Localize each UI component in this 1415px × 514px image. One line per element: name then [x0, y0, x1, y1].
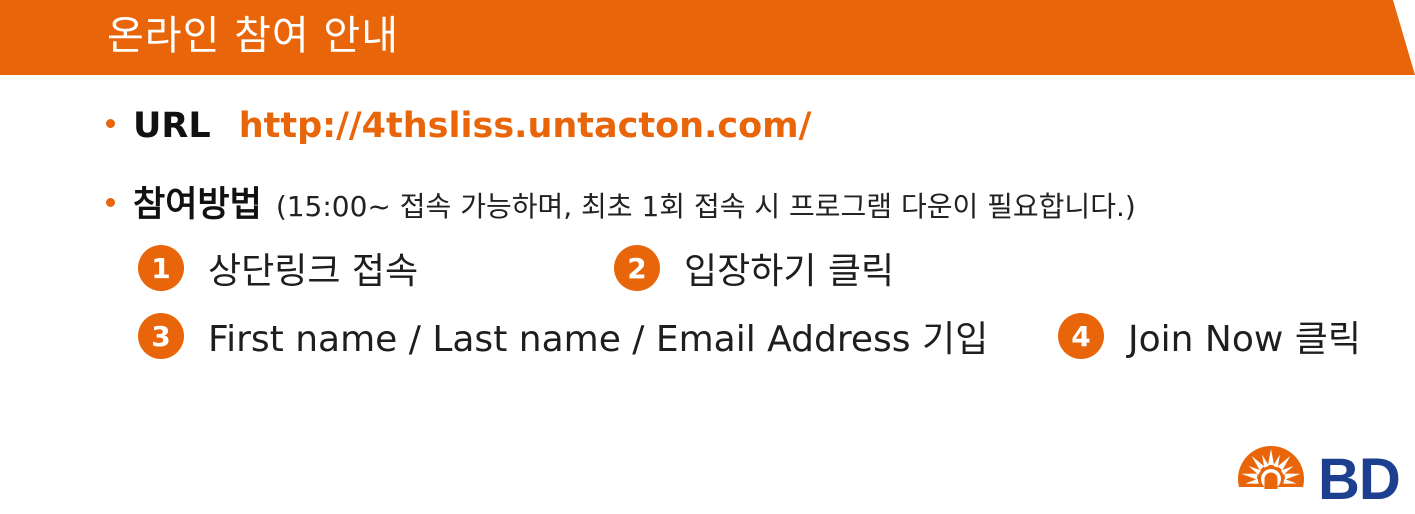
- header-banner: 온라인 참여 안내: [0, 0, 1415, 75]
- bullet-icon: [106, 119, 115, 128]
- step-number-badge: 1: [138, 245, 184, 291]
- page-title: 온라인 참여 안내: [107, 13, 400, 59]
- bd-sunburst-icon: [1238, 446, 1304, 513]
- step-number-badge: 4: [1058, 313, 1104, 359]
- step-number-badge: 2: [614, 245, 660, 291]
- url-label: URL: [133, 106, 211, 146]
- step-number-badge: 3: [138, 313, 184, 359]
- bd-logo: BD: [1236, 444, 1401, 514]
- step-text: 입장하기 클릭: [684, 251, 895, 292]
- step-3: 3 First name / Last name / Email Address…: [138, 310, 988, 362]
- url-row: URL http://4thsliss.untacton.com/: [106, 106, 811, 146]
- bd-logo-text: BD: [1318, 446, 1401, 512]
- method-row: 참여방법 (15:00~ 접속 가능하며, 최초 1회 접속 시 프로그램 다운…: [106, 176, 1136, 227]
- bullet-icon: [106, 198, 115, 207]
- method-note: (15:00~ 접속 가능하며, 최초 1회 접속 시 프로그램 다운이 필요합…: [275, 190, 1136, 223]
- step-4: 4 Join Now 클릭: [1058, 310, 1361, 362]
- step-text: Join Now 클릭: [1128, 319, 1361, 360]
- event-url-link[interactable]: http://4thsliss.untacton.com/: [239, 106, 812, 146]
- step-2: 2 입장하기 클릭: [614, 242, 894, 294]
- step-text: 상단링크 접속: [208, 251, 419, 292]
- step-text: First name / Last name / Email Address 기…: [208, 319, 989, 360]
- step-1: 1 상단링크 접속: [138, 242, 418, 294]
- method-label: 참여방법: [133, 185, 262, 225]
